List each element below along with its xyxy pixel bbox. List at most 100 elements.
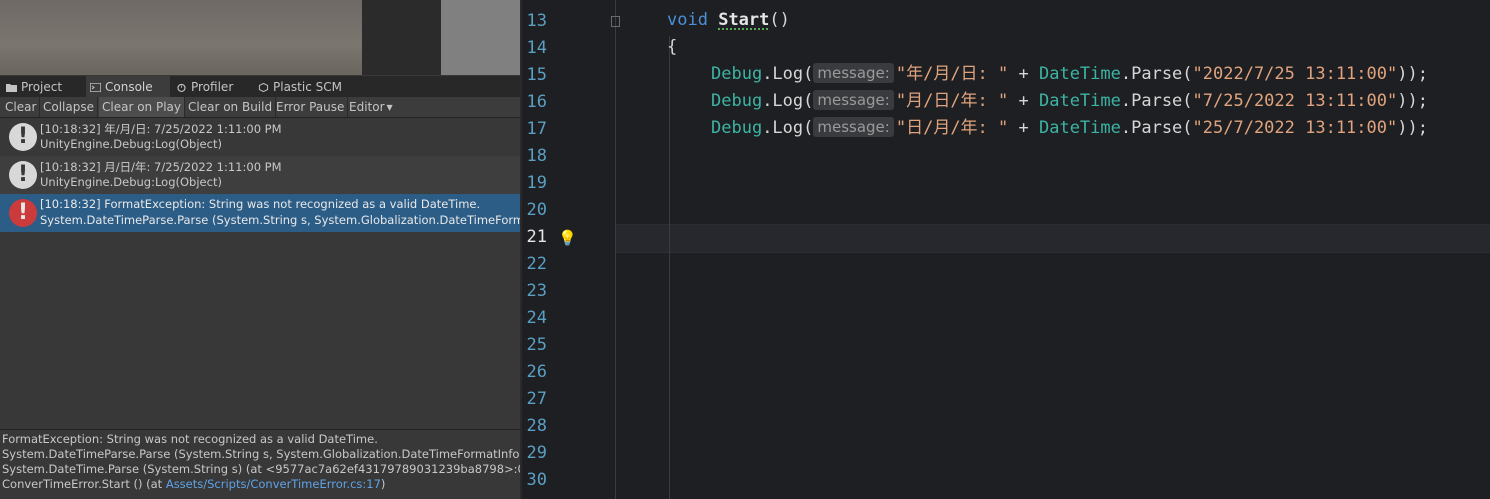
tab-label: Plastic SCM [273, 80, 342, 94]
gutter-separator [615, 0, 616, 499]
stack-trace-line: System.DateTimeParse.Parse (System.Strin… [2, 447, 520, 461]
clear-on-play-toggle[interactable]: Clear on Play [99, 97, 185, 117]
scene-view[interactable] [0, 0, 520, 75]
method-call: .Parse( [1120, 64, 1193, 84]
console-log-list[interactable]: ! [10:18:32] 年/月/日: 7/25/2022 1:11:00 PM… [0, 118, 520, 428]
lightbulb-icon[interactable]: 💡 [558, 229, 577, 247]
console-toolbar: Clear Collapse Clear on Play Clear on Bu… [0, 97, 520, 118]
parameter-hint: message: [813, 63, 894, 83]
scene-viewport[interactable] [0, 0, 362, 75]
method-call: .Parse( [1120, 91, 1193, 111]
tab-label: Console [105, 80, 153, 94]
clear-button[interactable]: Clear [2, 97, 41, 117]
line-number: 26 [526, 362, 547, 382]
method-name: Start [718, 10, 770, 30]
line-number: 28 [526, 416, 547, 436]
line-number-current: 21 [526, 227, 547, 247]
log-source: UnityEngine.Debug:Log(Object) [40, 175, 222, 189]
log-message: [10:18:32] FormatException: String was n… [40, 197, 481, 211]
stack-trace-panel[interactable]: FormatException: String was not recogniz… [0, 429, 520, 499]
folder-icon [6, 84, 17, 92]
plastic-scm-icon [258, 83, 269, 92]
info-icon: ! [9, 123, 37, 151]
line-number: 14 [526, 38, 547, 58]
log-message: [10:18:32] 年/月/日: 7/25/2022 1:11:00 PM [40, 122, 282, 136]
line-number: 13 [526, 11, 547, 31]
tab-console[interactable]: Console [86, 76, 170, 97]
log-message: [10:18:32] 月/日/年: 7/25/2022 1:11:00 PM [40, 160, 282, 174]
string-literal: "年/月/日: " [895, 64, 1009, 84]
operator: + [1008, 118, 1039, 138]
line-number: 23 [526, 281, 547, 301]
log-entry-error[interactable]: ! [10:18:32] FormatException: String was… [0, 194, 520, 232]
string-literal: "日/月/年: " [895, 118, 1009, 138]
log-source: UnityEngine.Debug:Log(Object) [40, 137, 222, 151]
code-line-17: Debug.Log(message: "日/月/年: " + DateTime.P… [711, 115, 1428, 142]
game-viewport[interactable] [441, 0, 520, 75]
dropdown-arrow-icon: ▼ [386, 103, 393, 112]
class-name: Debug [711, 118, 763, 138]
operator: + [1008, 91, 1039, 111]
tab-profiler[interactable]: Profiler [176, 76, 233, 97]
error-icon: ! [9, 199, 37, 227]
line-number: 16 [526, 92, 547, 112]
line-number: 19 [526, 173, 547, 193]
stack-trace-line: System.DateTime.Parse (System.String s) … [2, 462, 520, 476]
console-icon [90, 83, 101, 92]
stack-trace-line: FormatException: String was not recogniz… [2, 432, 378, 446]
class-name: DateTime [1038, 91, 1121, 111]
line-number: 17 [526, 119, 547, 139]
info-icon: ! [9, 161, 37, 189]
line-number: 27 [526, 389, 547, 409]
class-name: Debug [711, 91, 763, 111]
tab-label: Profiler [191, 80, 234, 94]
editor-dropdown-label: Editor [349, 100, 385, 114]
parameter-hint: message: [813, 90, 894, 110]
log-entry[interactable]: ! [10:18:32] 年/月/日: 7/25/2022 1:11:00 PM… [0, 118, 520, 156]
panel-tab-bar: Project Console Profiler Plastic SCM [0, 76, 520, 98]
class-name: DateTime [1038, 118, 1121, 138]
unity-editor-panel: Project Console Profiler Plastic SCM Cle… [0, 0, 520, 499]
fold-icon[interactable] [611, 16, 620, 27]
editor-dropdown[interactable]: Editor ▼ [346, 97, 396, 117]
code-line-14: { [667, 37, 678, 57]
tab-project[interactable]: Project [6, 76, 62, 97]
stack-trace-text: ConverTimeError.Start () (at [2, 477, 166, 491]
line-number: 30 [526, 470, 547, 490]
tab-label: Project [21, 80, 63, 94]
stack-trace-text: ) [380, 477, 386, 491]
method-call: .Log( [762, 118, 814, 138]
log-source: System.DateTimeParse.Parse (System.Strin… [40, 213, 520, 227]
stack-trace-line: ConverTimeError.Start () (at Assets/Scri… [2, 477, 385, 491]
code-line-15: Debug.Log(message: "年/月/日: " + DateTime.P… [711, 61, 1428, 88]
line-number: 18 [526, 146, 547, 166]
line-number: 15 [526, 65, 547, 85]
line-number: 22 [526, 254, 547, 274]
parameter-hint: message: [813, 117, 894, 137]
tab-plastic-scm[interactable]: Plastic SCM [258, 76, 342, 97]
line-number: 24 [526, 308, 547, 328]
collapse-button[interactable]: Collapse [40, 97, 98, 117]
error-pause-toggle[interactable]: Error Pause [273, 97, 349, 117]
keyword: void [667, 10, 708, 30]
clear-on-build-toggle[interactable]: Clear on Build [185, 97, 277, 117]
log-entry[interactable]: ! [10:18:32] 月/日/年: 7/25/2022 1:11:00 PM… [0, 156, 520, 194]
string-literal: "2022/7/25 13:11:00" [1192, 64, 1398, 84]
current-line-highlight [615, 224, 1490, 253]
code-editor[interactable]: 💡 13 14 15 16 17 18 19 20 21 22 23 24 25… [522, 0, 1490, 499]
code-line-16: Debug.Log(message: "月/日/年: " + DateTime.P… [711, 88, 1428, 115]
profiler-icon [177, 83, 186, 92]
class-name: Debug [711, 64, 763, 84]
class-name: DateTime [1038, 64, 1121, 84]
method-call: .Parse( [1120, 118, 1193, 138]
method-call: .Log( [762, 91, 814, 111]
punctuation: () [769, 10, 790, 30]
code-line-13: void Start() [667, 7, 790, 34]
line-number: 20 [526, 200, 547, 220]
punctuation: )); [1397, 118, 1428, 138]
script-link[interactable]: Assets/Scripts/ConverTimeError.cs:17 [166, 477, 381, 491]
punctuation: )); [1397, 64, 1428, 84]
string-literal: "25/7/2022 13:11:00" [1192, 118, 1398, 138]
line-number: 25 [526, 335, 547, 355]
line-number: 29 [526, 443, 547, 463]
